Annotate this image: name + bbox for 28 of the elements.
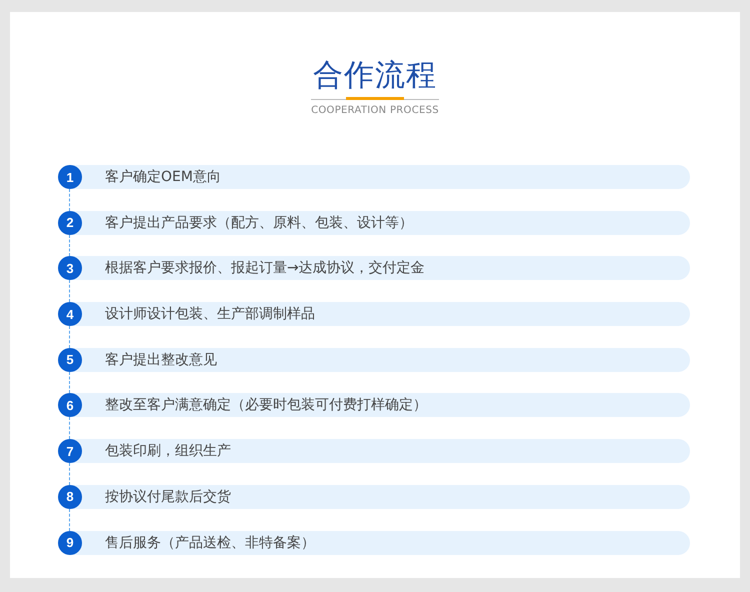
step-number: 7 xyxy=(58,439,82,464)
connector-line xyxy=(69,234,70,256)
step-number: 1 xyxy=(58,165,82,189)
step-text: 客户确定OEM意向 xyxy=(105,168,221,186)
step-text: 售后服务（产品送检、非特备案） xyxy=(105,534,315,552)
step-number: 6 xyxy=(58,393,82,418)
step-text: 按协议付尾款后交货 xyxy=(105,488,231,506)
section-title: 合作流程 xyxy=(313,57,437,95)
connector-line xyxy=(69,417,70,440)
step-number: 2 xyxy=(58,210,82,235)
step-text: 根据客户要求报价、报起订量→达成协议，交付定金 xyxy=(105,259,425,278)
step-text: 客户提出产品要求（配方、原料、包装、设计等） xyxy=(105,214,413,232)
section-subtitle: COOPERATION PROCESS xyxy=(311,105,439,116)
step-text: 包装印刷，组织生产 xyxy=(105,442,231,460)
connector-line xyxy=(69,189,70,211)
step-text: 整改至客户满意确定（必要时包装可付费打样确定） xyxy=(105,396,427,414)
step-number: 5 xyxy=(58,348,82,372)
step-number: 8 xyxy=(58,484,82,509)
connector-line xyxy=(69,463,70,485)
connector-line xyxy=(69,326,70,348)
connector-line xyxy=(69,508,70,530)
connector-line xyxy=(69,280,70,302)
step-text: 设计师设计包装、生产部调制样品 xyxy=(105,305,315,324)
step-number: 4 xyxy=(58,302,82,326)
connector-line xyxy=(69,372,70,394)
step-number: 9 xyxy=(58,530,82,554)
step-number: 3 xyxy=(58,256,82,280)
step-text: 客户提出整改意见 xyxy=(105,350,217,369)
